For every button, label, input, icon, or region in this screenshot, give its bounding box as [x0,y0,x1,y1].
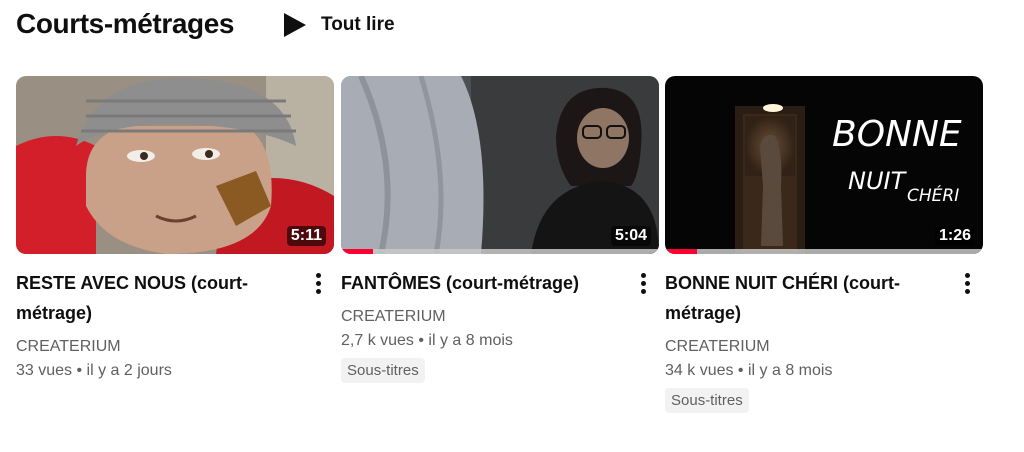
more-vert-icon[interactable] [308,268,328,298]
video-card[interactable]: BONNE NUIT CHÉRI 1:26 BONNE NUIT CHÉRI (… [665,76,983,413]
video-title[interactable]: BONNE NUIT CHÉRI (court-métrage) [665,268,943,328]
video-duration: 1:26 [934,226,975,246]
channel-name[interactable]: CREATERIUM [16,338,294,356]
video-title[interactable]: FANTÔMES (court-métrage) [341,268,619,298]
video-thumbnail[interactable]: BONNE NUIT CHÉRI 1:26 [665,76,983,254]
video-thumbnail[interactable]: 5:11 [16,76,334,254]
subtitles-badge: Sous-titres [665,388,749,413]
video-duration: 5:11 [286,226,326,246]
play-triangle-icon [284,13,306,37]
thumbnail-text-line: CHÉRI [907,184,959,206]
thumbnail-text-line: NUIT [848,167,908,195]
video-duration: 5:04 [610,226,651,246]
thumbnail-image [16,76,334,254]
more-vert-icon[interactable] [633,268,653,298]
video-meta: 2,7 k vues • il y a 8 mois [341,332,513,349]
watch-progress-fill [665,249,697,254]
video-title[interactable]: RESTE AVEC NOUS (court-métrage) [16,268,294,328]
video-meta: 33 vues • il y a 2 jours [16,362,172,379]
more-vert-icon[interactable] [957,268,977,298]
section-title: Courts-métrages [16,8,235,39]
play-all-button[interactable]: Tout lire [283,12,395,38]
video-thumbnail[interactable]: 5:04 [341,76,659,254]
video-info: RESTE AVEC NOUS (court-métrage) CREATERI… [16,268,334,380]
channel-name[interactable]: CREATERIUM [665,338,943,356]
video-info: BONNE NUIT CHÉRI (court-métrage) CREATER… [665,268,983,413]
watch-progress-bar [665,249,983,254]
play-all-label: Tout lire [321,14,395,35]
channel-name[interactable]: CREATERIUM [341,308,619,326]
video-card[interactable]: 5:11 RESTE AVEC NOUS (court-métrage) CRE… [16,76,334,380]
thumbnail-text-line: BONNE [832,114,962,155]
watch-progress-bar [341,249,659,254]
video-meta: 34 k vues • il y a 8 mois [665,362,833,379]
subtitles-badge: Sous-titres [341,358,425,383]
section-header: Courts-métrages [16,6,234,42]
video-card[interactable]: 5:04 FANTÔMES (court-métrage) CREATERIUM… [341,76,659,383]
video-info: FANTÔMES (court-métrage) CREATERIUM 2,7 … [341,268,659,383]
watch-progress-fill [341,249,373,254]
